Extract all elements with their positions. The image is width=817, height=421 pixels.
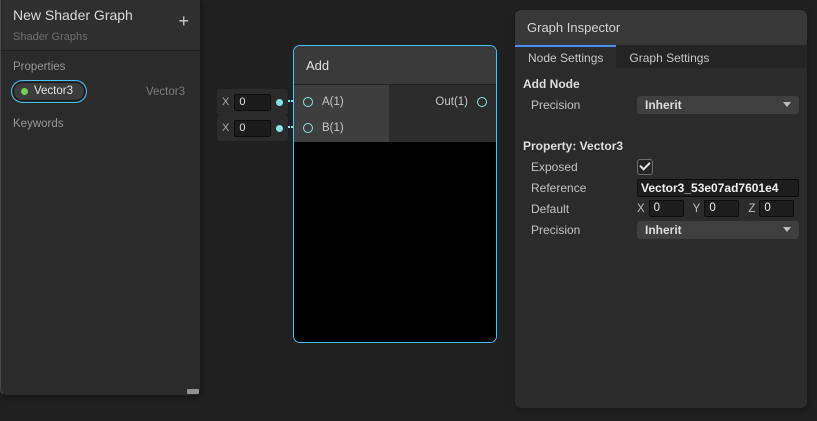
blackboard-title: New Shader Graph <box>13 7 133 23</box>
node-ports: A(1) B(1) Out(1) <box>294 85 496 142</box>
node-precision-dropdown[interactable]: Inherit <box>637 96 799 114</box>
node-output-column: Out(1) <box>389 85 496 142</box>
axis-label: X <box>222 122 229 134</box>
add-node-heading: Add Node <box>523 77 799 91</box>
checkmark-icon <box>639 159 650 170</box>
widget-port-dot-icon[interactable] <box>276 99 283 106</box>
property-precision-dropdown[interactable]: Inherit <box>637 221 799 239</box>
add-property-button[interactable]: + <box>178 12 189 30</box>
output-port-label: Out(1) <box>435 96 468 108</box>
input-widget-b: X 0 <box>217 115 288 141</box>
shader-graph-window: New Shader Graph + Shader Graphs Propert… <box>0 0 817 421</box>
properties-section-label: Properties <box>13 61 188 73</box>
node-title: Add <box>306 58 329 73</box>
default-row: Default X 0 Y 0 Z 0 <box>531 198 799 219</box>
inspector-titlebar[interactable]: Graph Inspector <box>515 10 807 45</box>
blackboard-resize-handle[interactable] <box>187 389 199 394</box>
chevron-down-icon <box>783 227 791 232</box>
graph-inspector-panel: Graph Inspector Node Settings Graph Sett… <box>515 10 807 408</box>
default-y-field[interactable]: 0 <box>704 200 739 217</box>
output-port-icon[interactable] <box>477 97 487 107</box>
input-port-b-icon[interactable] <box>303 123 313 133</box>
widget-port-dot-icon[interactable] <box>276 125 283 132</box>
input-widget-a: X 0 <box>217 89 288 115</box>
default-label: Default <box>531 202 637 216</box>
reference-field[interactable]: Vector3_53e07ad7601e4 <box>637 179 799 197</box>
node-header[interactable]: Add <box>294 46 496 85</box>
reference-row: Reference Vector3_53e07ad7601e4 <box>531 177 799 198</box>
y-axis-label: Y <box>693 203 701 215</box>
output-port-row: Out(1) <box>389 89 496 115</box>
precision-label: Precision <box>531 98 637 112</box>
input-a-value-field[interactable]: 0 <box>234 94 271 111</box>
default-z-field[interactable]: 0 <box>759 200 794 217</box>
x-axis-label: X <box>637 203 645 215</box>
blackboard-subtitle: Shader Graphs <box>13 31 88 43</box>
input-port-row-a: A(1) <box>294 89 389 115</box>
input-port-a-icon[interactable] <box>303 97 313 107</box>
property-pill-inner: Vector3 <box>13 82 85 101</box>
property-pill-label: Vector3 <box>34 85 73 97</box>
property-type-dot-icon <box>21 88 28 95</box>
property-pill-vector3[interactable]: Vector3 <box>11 80 87 103</box>
precision-label: Precision <box>531 223 637 237</box>
property-type-label: Vector3 <box>146 86 188 98</box>
exposed-row: Exposed <box>531 156 799 177</box>
exposed-checkbox[interactable] <box>637 159 653 175</box>
input-port-a-label: A(1) <box>322 96 344 108</box>
tab-graph-settings[interactable]: Graph Settings <box>616 45 722 68</box>
property-precision-row: Precision Inherit <box>531 219 799 240</box>
add-node[interactable]: Add A(1) B(1) Out(1) <box>293 45 497 343</box>
node-precision-row: Precision Inherit <box>531 94 799 115</box>
blackboard-panel: New Shader Graph + Shader Graphs Propert… <box>0 0 201 396</box>
property-heading: Property: Vector3 <box>523 139 799 153</box>
tab-node-settings[interactable]: Node Settings <box>515 45 616 68</box>
keywords-section-label: Keywords <box>13 118 188 130</box>
input-b-value-field[interactable]: 0 <box>234 120 271 137</box>
reference-label: Reference <box>531 181 637 195</box>
property-row: Vector3 Vector3 <box>11 80 188 103</box>
inspector-tab-bar: Node Settings Graph Settings <box>515 45 807 68</box>
node-preview <box>294 142 496 342</box>
inspector-content: Add Node Precision Inherit Property: Vec… <box>515 68 807 240</box>
node-input-column: A(1) B(1) <box>294 85 389 142</box>
property-precision-value: Inherit <box>645 223 682 237</box>
exposed-label: Exposed <box>531 160 637 174</box>
input-port-b-label: B(1) <box>322 122 344 134</box>
default-x-field[interactable]: 0 <box>649 200 684 217</box>
node-precision-value: Inherit <box>645 98 682 112</box>
z-axis-label: Z <box>748 203 755 215</box>
inspector-title: Graph Inspector <box>527 20 620 35</box>
chevron-down-icon <box>783 102 791 107</box>
input-port-row-b: B(1) <box>294 115 389 141</box>
blackboard-header[interactable]: New Shader Graph + Shader Graphs <box>1 0 200 51</box>
axis-label: X <box>222 96 229 108</box>
